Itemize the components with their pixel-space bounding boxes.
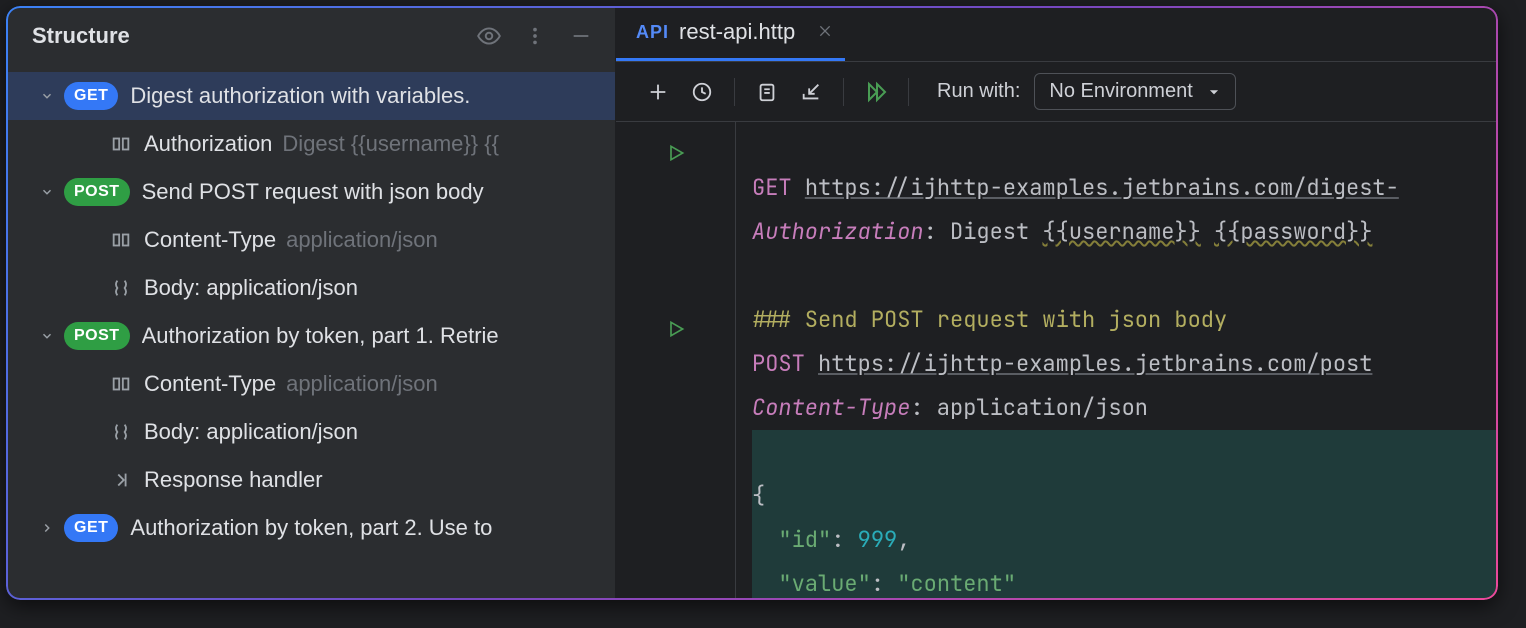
minimize-icon[interactable]: [567, 22, 595, 50]
tree-item-header[interactable]: Authorization Digest {{username}} {{: [6, 120, 615, 168]
header-name: Content-Type: [144, 371, 276, 397]
separator: [843, 78, 844, 106]
json-string: "content": [897, 569, 1016, 598]
code-content[interactable]: GET https://ijhttp-examples.jetbrains.co…: [736, 122, 1498, 600]
close-icon[interactable]: [817, 19, 833, 45]
body-icon: [106, 277, 136, 299]
request-label: Authorization by token, part 1. Retrie: [142, 323, 499, 349]
comment: ### Send POST request with json body: [752, 305, 1227, 334]
editor-pane: API rest-api.http: [616, 6, 1498, 600]
structure-tree: GET Digest authorization with variables.…: [6, 66, 615, 600]
body-icon: [106, 421, 136, 443]
json-brace-open: {: [752, 481, 765, 510]
header-icon: [106, 229, 136, 251]
header-sep: : Digest: [924, 217, 1043, 246]
structure-panel: Structure GET Digest authoriz: [6, 6, 616, 600]
tree-item-request[interactable]: POST Authorization by token, part 1. Ret…: [6, 312, 615, 360]
chevron-down-icon[interactable]: [36, 329, 58, 343]
header-value: application/json: [286, 371, 438, 397]
response-handler-label: Response handler: [144, 467, 323, 493]
header-value: application/json: [286, 227, 438, 253]
body-label: Body: application/json: [144, 275, 358, 301]
panel-title: Structure: [32, 23, 475, 49]
request-url: https://ijhttp-examples.jetbrains.com/po…: [818, 349, 1372, 378]
editor-toolbar: Run with: No Environment: [616, 62, 1498, 122]
structure-header: Structure: [6, 6, 615, 66]
tab-bar: API rest-api.http: [616, 6, 1498, 62]
tree-item-request[interactable]: GET Digest authorization with variables.: [6, 72, 615, 120]
convert-button[interactable]: [745, 70, 789, 114]
tree-item-request[interactable]: POST Send POST request with json body: [6, 168, 615, 216]
http-method: POST: [752, 349, 805, 378]
chevron-down-icon[interactable]: [36, 185, 58, 199]
json-number: 999: [858, 525, 898, 554]
response-handler-icon: [106, 469, 136, 491]
code-editor[interactable]: GET https://ijhttp-examples.jetbrains.co…: [616, 122, 1498, 600]
request-label: Authorization by token, part 2. Use to: [130, 515, 492, 541]
template-variable: {{password}}: [1214, 217, 1372, 246]
method-badge-post: POST: [64, 178, 130, 206]
tab-filename: rest-api.http: [679, 19, 795, 45]
method-badge-post: POST: [64, 322, 130, 350]
method-badge-get: GET: [64, 82, 118, 110]
run-with-label: Run with:: [937, 80, 1020, 103]
request-label: Digest authorization with variables.: [130, 83, 470, 109]
run-all-button[interactable]: [854, 70, 898, 114]
request-label: Send POST request with json body: [142, 179, 484, 205]
request-url: https://ijhttp-examples.jetbrains.com/di…: [805, 173, 1399, 202]
tree-item-response-handler[interactable]: Response handler: [6, 456, 615, 504]
toggle-visibility-icon[interactable]: [475, 22, 503, 50]
tree-item-header[interactable]: Content-Type application/json: [6, 216, 615, 264]
header-value: Digest {{username}} {{: [282, 131, 499, 157]
header-icon: [106, 133, 136, 155]
run-request-button[interactable]: [666, 134, 686, 178]
environment-select[interactable]: No Environment: [1034, 73, 1235, 110]
header-name: Content-Type: [752, 393, 910, 422]
json-key: "value": [778, 569, 870, 598]
header-name: Content-Type: [144, 227, 276, 253]
template-variable: {{username}}: [1042, 217, 1200, 246]
tree-item-request[interactable]: GET Authorization by token, part 2. Use …: [6, 504, 615, 552]
more-icon[interactable]: [521, 22, 549, 50]
separator: [908, 78, 909, 106]
import-button[interactable]: [789, 70, 833, 114]
tab-api-icon: API: [636, 22, 669, 43]
history-button[interactable]: [680, 70, 724, 114]
tree-item-body[interactable]: Body: application/json: [6, 264, 615, 312]
tree-item-body[interactable]: Body: application/json: [6, 408, 615, 456]
run-request-button[interactable]: [666, 310, 686, 354]
file-tab[interactable]: API rest-api.http: [616, 6, 845, 61]
environment-value: No Environment: [1049, 80, 1192, 103]
chevron-right-icon[interactable]: [36, 521, 58, 535]
chevron-down-icon[interactable]: [36, 89, 58, 103]
chevron-down-icon: [1207, 85, 1221, 99]
body-label: Body: application/json: [144, 419, 358, 445]
header-name: Authorization: [144, 131, 272, 157]
tree-item-header[interactable]: Content-Type application/json: [6, 360, 615, 408]
http-method: GET: [752, 173, 792, 202]
header-name: Authorization: [752, 217, 924, 246]
separator: [734, 78, 735, 106]
gutter: [616, 122, 736, 600]
add-request-button[interactable]: [636, 70, 680, 114]
method-badge-get: GET: [64, 514, 118, 542]
header-value: : application/json: [910, 393, 1148, 422]
json-key: "id": [778, 525, 831, 554]
header-icon: [106, 373, 136, 395]
